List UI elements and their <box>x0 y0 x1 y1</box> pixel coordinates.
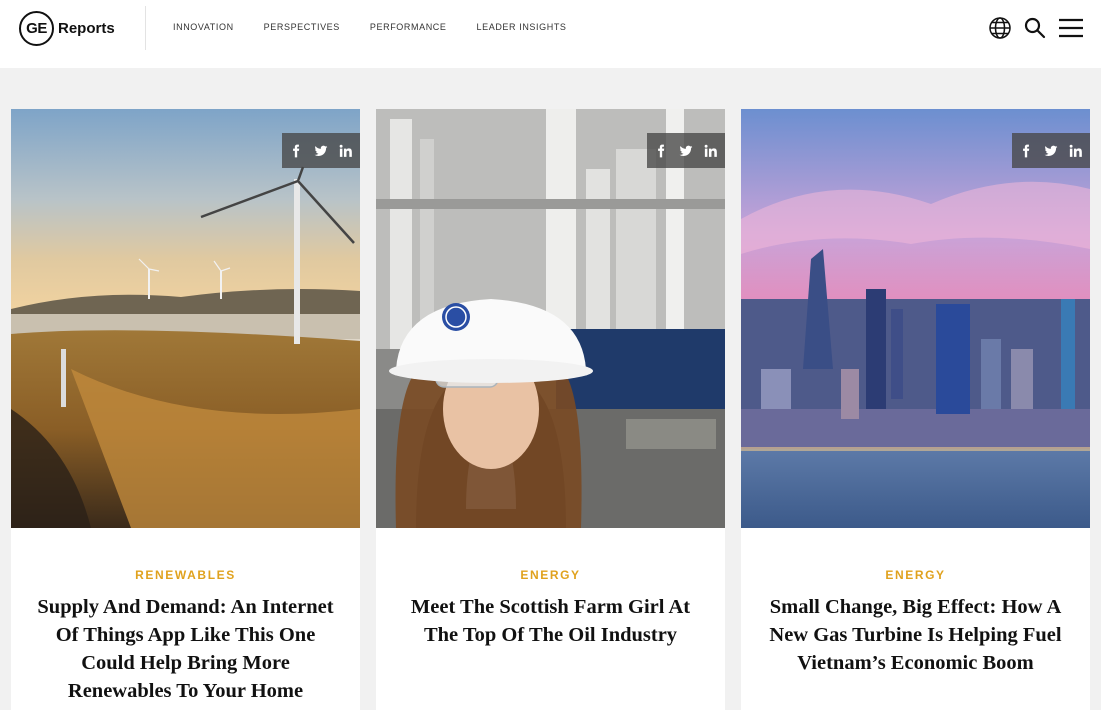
ge-logo-mark: GE <box>19 10 54 46</box>
article-image-wind-farm[interactable] <box>11 109 360 528</box>
share-bar <box>282 133 360 168</box>
article-title[interactable]: Meet The Scottish Farm Girl At The Top O… <box>394 593 707 649</box>
facebook-icon[interactable] <box>284 141 309 161</box>
article-image-city-skyline[interactable] <box>741 109 1090 528</box>
article-category[interactable]: RENEWABLES <box>11 568 360 582</box>
nav-innovation[interactable]: INNOVATION <box>173 22 234 32</box>
menu-icon[interactable] <box>1059 17 1083 39</box>
ge-reports-logo[interactable]: GE Reports <box>19 10 115 46</box>
main-nav: INNOVATION PERSPECTIVES PERFORMANCE LEAD… <box>173 22 597 32</box>
search-icon[interactable] <box>1023 16 1047 40</box>
article-title[interactable]: Supply And Demand: An Internet Of Things… <box>29 593 342 705</box>
header-divider <box>145 6 146 50</box>
wind-turbine-photo <box>11 109 360 528</box>
share-bar <box>1012 133 1090 168</box>
linkedin-icon[interactable] <box>334 141 359 161</box>
logo-wordmark: Reports <box>58 19 115 37</box>
twitter-icon[interactable] <box>309 141 334 161</box>
linkedin-icon[interactable] <box>1064 141 1089 161</box>
article-image-hard-hat-portrait[interactable] <box>376 109 725 528</box>
linkedin-icon[interactable] <box>699 141 724 161</box>
article-card[interactable]: ENERGY Meet The Scottish Farm Girl At Th… <box>376 109 725 710</box>
vietnam-skyline-photo <box>741 109 1090 528</box>
site-header: GE Reports INNOVATION PERSPECTIVES PERFO… <box>0 0 1101 68</box>
article-category[interactable]: ENERGY <box>741 568 1090 582</box>
twitter-icon[interactable] <box>674 141 699 161</box>
nav-performance[interactable]: PERFORMANCE <box>370 22 447 32</box>
globe-icon[interactable] <box>988 16 1012 40</box>
nav-leader-insights[interactable]: LEADER INSIGHTS <box>477 22 567 32</box>
facebook-icon[interactable] <box>1014 141 1039 161</box>
article-card[interactable]: RENEWABLES Supply And Demand: An Interne… <box>11 109 360 710</box>
share-bar <box>647 133 725 168</box>
article-category[interactable]: ENERGY <box>376 568 725 582</box>
article-title[interactable]: Small Change, Big Effect: How A New Gas … <box>759 593 1072 677</box>
twitter-icon[interactable] <box>1039 141 1064 161</box>
article-card[interactable]: ENERGY Small Change, Big Effect: How A N… <box>741 109 1090 710</box>
facebook-icon[interactable] <box>649 141 674 161</box>
plant-worker-photo <box>376 109 725 528</box>
nav-perspectives[interactable]: PERSPECTIVES <box>264 22 340 32</box>
